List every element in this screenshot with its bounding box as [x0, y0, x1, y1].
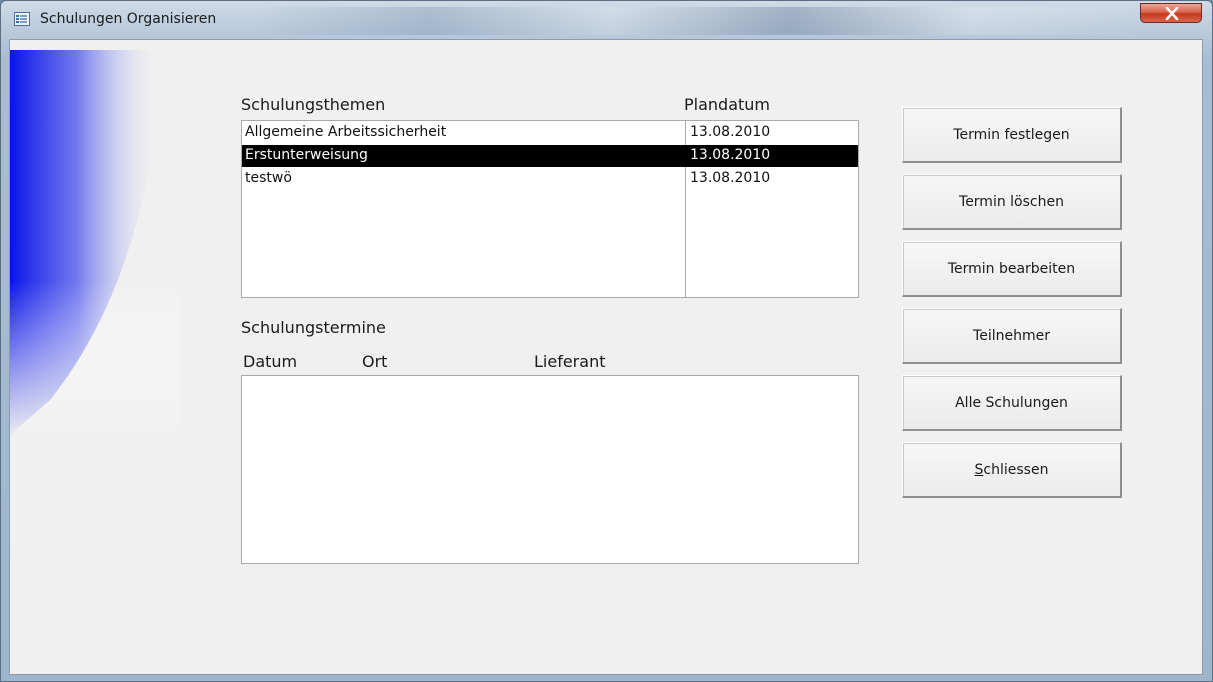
schliessen-button[interactable]: Schliessen: [902, 442, 1122, 498]
window-title: Schulungen Organisieren: [40, 11, 217, 27]
close-x-icon: [1165, 7, 1179, 20]
title-bar-glass: [251, 7, 1151, 35]
alle-schulungen-label: Alle Schulungen: [955, 394, 1068, 411]
lieferant-header: Lieferant: [534, 352, 606, 371]
schulungsthemen-label: Schulungsthemen: [241, 95, 386, 114]
themen-date: 13.08.2010: [690, 147, 771, 163]
termin-festlegen-button[interactable]: Termin festlegen: [902, 107, 1122, 163]
themen-row[interactable]: Allgemeine Arbeitssicherheit 13.08.2010: [242, 122, 858, 144]
teilnehmer-label: Teilnehmer: [973, 327, 1050, 344]
schulungsthemen-listbox[interactable]: Allgemeine Arbeitssicherheit 13.08.2010 …: [241, 120, 859, 298]
alle-schulungen-button[interactable]: Alle Schulungen: [902, 375, 1122, 431]
termin-loeschen-label: Termin löschen: [959, 193, 1064, 210]
teilnehmer-button[interactable]: Teilnehmer: [902, 308, 1122, 364]
decorative-blue-swoosh: [10, 40, 180, 440]
close-button[interactable]: [1140, 3, 1202, 23]
themen-row-selected[interactable]: Erstunterweisung 13.08.2010: [242, 145, 858, 167]
schulungstermine-listbox[interactable]: [241, 375, 859, 564]
form-icon[interactable]: [14, 12, 30, 26]
themen-date: 13.08.2010: [690, 124, 771, 140]
termin-bearbeiten-button[interactable]: Termin bearbeiten: [902, 241, 1122, 297]
themen-date: 13.08.2010: [690, 170, 771, 186]
termin-loeschen-button[interactable]: Termin löschen: [902, 174, 1122, 230]
themen-name: Allgemeine Arbeitssicherheit: [245, 124, 447, 140]
termin-bearbeiten-label: Termin bearbeiten: [947, 260, 1076, 277]
themen-name: testwö: [245, 170, 292, 186]
termin-festlegen-label: Termin festlegen: [953, 126, 1070, 143]
form-body: Schulungsthemen Plandatum Allgemeine Arb…: [9, 39, 1203, 675]
datum-header: Datum: [243, 352, 298, 371]
themen-row[interactable]: testwö 13.08.2010: [242, 168, 858, 190]
schliessen-label: Schliessen: [975, 462, 1049, 478]
schulungstermine-label: Schulungstermine: [241, 318, 386, 337]
themen-name: Erstunterweisung: [245, 147, 368, 163]
title-bar[interactable]: Schulungen Organisieren: [1, 1, 1212, 39]
application-window: Schulungen Organisieren Schulungsthemen …: [0, 0, 1213, 682]
schliessen-label-rest: chliessen: [983, 461, 1049, 478]
plandatum-header: Plandatum: [684, 95, 770, 114]
ort-header: Ort: [362, 352, 388, 371]
